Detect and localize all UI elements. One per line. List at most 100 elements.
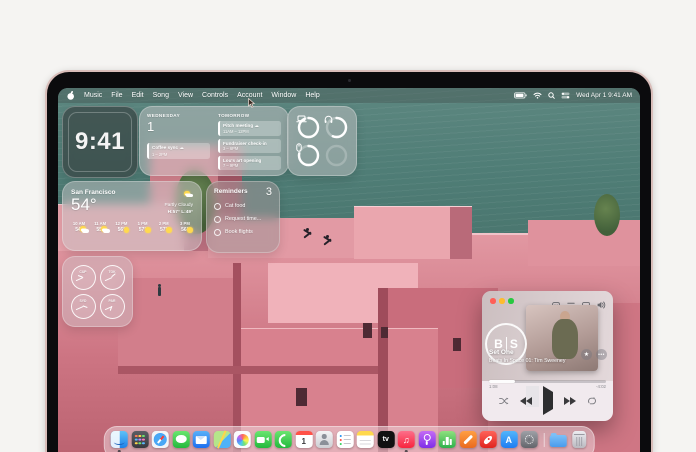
reminder-item[interactable]: Book flights bbox=[214, 228, 272, 236]
screen: Music File Edit Song View Controls Accou… bbox=[58, 88, 640, 452]
wifi-icon[interactable] bbox=[533, 92, 542, 99]
menu-bar-status: Wed Apr 1 9:41 AM bbox=[514, 92, 640, 99]
menu-item-window[interactable]: Window bbox=[271, 92, 296, 99]
reminder-checkbox[interactable] bbox=[214, 215, 221, 223]
previous-track-button[interactable] bbox=[519, 397, 532, 405]
calendar-event[interactable]: Pitch meeting ☁ 11AM – 12PM bbox=[218, 120, 281, 136]
menu-item-file[interactable]: File bbox=[111, 92, 122, 99]
favorite-star-button[interactable]: ★ bbox=[581, 349, 592, 360]
zoom-window-button[interactable] bbox=[508, 298, 514, 304]
menu-item-view[interactable]: View bbox=[178, 92, 193, 99]
dock-icon-apple-tv[interactable]: tv bbox=[377, 431, 395, 448]
battery-icon[interactable] bbox=[514, 92, 527, 99]
next-track-button[interactable] bbox=[563, 397, 576, 405]
reminders-widget[interactable]: Reminders 3 Cat food Request time... Boo… bbox=[206, 181, 280, 253]
dock-icon-contacts[interactable] bbox=[315, 431, 333, 448]
calendar-tomorrow-column: TOMORROW Pitch meeting ☁ 11AM – 12PM Fun… bbox=[218, 113, 281, 170]
dock-icon-finder[interactable] bbox=[110, 431, 128, 452]
music-mini-player-window[interactable]: B S Set One Beats In Space 01: Tim Sween… bbox=[482, 291, 613, 421]
menu-item-song[interactable]: Song bbox=[153, 92, 169, 99]
dock-icon-launchpad[interactable] bbox=[131, 431, 149, 448]
dock-icon-maps[interactable] bbox=[213, 431, 231, 448]
dock-icon-phone[interactable] bbox=[274, 431, 292, 448]
window-opening bbox=[453, 338, 461, 351]
dock-icon-music[interactable]: ♫ bbox=[397, 431, 415, 452]
close-window-button[interactable] bbox=[490, 298, 496, 304]
mouse-cursor bbox=[248, 95, 256, 113]
weather-widget[interactable]: San Francisco 54° Partly Cloudy H:57° L:… bbox=[62, 181, 202, 251]
search-icon[interactable] bbox=[548, 92, 555, 99]
dock-icon-mail[interactable] bbox=[192, 431, 210, 448]
analog-clock-paris: PAR bbox=[99, 293, 125, 319]
more-options-button[interactable]: ••• bbox=[596, 349, 607, 360]
track-title: Set One bbox=[489, 349, 514, 356]
dock-icon-messages[interactable] bbox=[172, 431, 190, 448]
building-shadow bbox=[118, 366, 378, 374]
calendar-event[interactable]: Coffee sync ☁ 1 – 2PM bbox=[147, 143, 210, 159]
volume-icon[interactable] bbox=[597, 296, 606, 314]
macbook-device-frame: Music File Edit Song View Controls Accou… bbox=[45, 70, 653, 452]
reminder-checkbox[interactable] bbox=[214, 228, 221, 236]
menu-bar-clock[interactable]: Wed Apr 1 9:41 AM bbox=[576, 92, 632, 99]
clock-widget[interactable]: 9:41 bbox=[62, 106, 138, 178]
repeat-button[interactable] bbox=[587, 397, 597, 405]
shuffle-button[interactable] bbox=[498, 397, 509, 405]
dock-icon-calendar[interactable]: 1 bbox=[295, 431, 313, 448]
dock-icon-rocket[interactable] bbox=[479, 431, 497, 448]
battery-ring-empty bbox=[324, 143, 349, 168]
calendar-event[interactable]: Fundraiser check-in 3 – 6PM bbox=[218, 138, 281, 153]
menu-item-help[interactable]: Help bbox=[305, 92, 319, 99]
play-button[interactable] bbox=[542, 386, 553, 415]
dock-icon-facetime[interactable] bbox=[254, 431, 272, 448]
headphones-icon bbox=[324, 115, 349, 140]
control-center-icon[interactable] bbox=[561, 92, 570, 99]
partly-cloudy-icon bbox=[183, 190, 193, 199]
building-shape bbox=[354, 206, 472, 259]
window-opening bbox=[296, 388, 307, 406]
dock-icon-photos[interactable] bbox=[233, 431, 251, 448]
dock-icon-folder[interactable] bbox=[549, 432, 567, 447]
person-figure bbox=[326, 235, 329, 238]
menu-item-edit[interactable]: Edit bbox=[132, 92, 144, 99]
dock-icon-trash[interactable] bbox=[571, 431, 586, 448]
progress-bar[interactable] bbox=[489, 380, 606, 383]
weather-hour: 2 PM 57° bbox=[156, 221, 172, 233]
dock: 1 tv ♫ A bbox=[103, 426, 595, 452]
calendar-event[interactable]: Lou's art opening 7 – 9PM bbox=[218, 155, 281, 170]
weather-hour: 12 PM 56° bbox=[115, 221, 130, 234]
calendar-widget[interactable]: WEDNESDAY 1 Coffee sync ☁ 1 – 2PM TOMORR… bbox=[139, 106, 289, 176]
calendar-date: 1 bbox=[147, 119, 155, 134]
progress-fill bbox=[489, 380, 515, 383]
dock-icon-pages[interactable] bbox=[459, 431, 477, 448]
menu-bar: Music File Edit Song View Controls Accou… bbox=[58, 88, 640, 103]
minimize-window-button[interactable] bbox=[499, 298, 505, 304]
apple-menu-icon[interactable] bbox=[67, 91, 75, 100]
batteries-widget[interactable] bbox=[287, 106, 357, 176]
clock-widget-time: 9:41 bbox=[74, 128, 126, 155]
dock-icon-numbers[interactable] bbox=[438, 431, 456, 448]
cloud-icon: ☁ bbox=[254, 122, 259, 128]
dock-icon-app-store[interactable]: A bbox=[500, 431, 518, 448]
analog-clock-sydney: SYD bbox=[70, 293, 96, 319]
world-clock-widget[interactable]: CUP TOK SYD PAR bbox=[62, 256, 133, 327]
calendar-event-time: 3 – 6PM bbox=[223, 146, 239, 151]
dock-icon-settings[interactable] bbox=[520, 431, 538, 448]
battery-ring-laptop bbox=[295, 115, 321, 140]
dock-icon-notes[interactable] bbox=[356, 431, 374, 448]
menu-item-controls[interactable]: Controls bbox=[202, 92, 228, 99]
dock-divider bbox=[543, 432, 545, 447]
remaining-time: -4:02 bbox=[595, 384, 606, 389]
dock-icon-safari[interactable] bbox=[151, 431, 169, 448]
window-opening bbox=[381, 327, 388, 338]
weather-hour: 11 AM 55° bbox=[94, 221, 107, 234]
weather-hourly-forecast: 10 AM 54° 11 AM 55° 12 PM 56° 1 PM 57° 2 PM 5… bbox=[71, 221, 193, 233]
album-title: Beats In Space 01: Tim Sweeney bbox=[489, 358, 566, 364]
dock-icon-reminders[interactable] bbox=[336, 431, 354, 448]
reminder-item[interactable]: Request time... bbox=[214, 215, 272, 223]
menu-item-music[interactable]: Music bbox=[84, 92, 102, 99]
dock-icon-podcasts[interactable] bbox=[418, 431, 436, 448]
reminder-item[interactable]: Cat food bbox=[214, 202, 272, 210]
reminder-checkbox[interactable] bbox=[214, 202, 221, 210]
weather-high-low: H:57° L:49° bbox=[167, 209, 193, 215]
calendar-event-time: 7 – 9PM bbox=[223, 163, 239, 168]
